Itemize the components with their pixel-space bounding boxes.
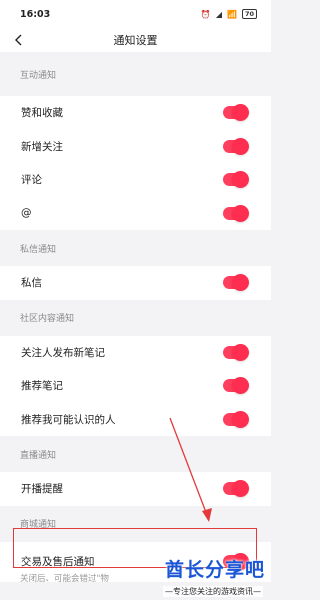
watermark-subtitle: —专注您关注的游戏资讯— bbox=[163, 586, 263, 597]
setting-row-direct-messages[interactable]: 私信 bbox=[0, 266, 271, 300]
setting-row-followed-new-notes[interactable]: 关注人发布新笔记 bbox=[0, 336, 271, 370]
setting-row-live-reminder[interactable]: 开播提醒 bbox=[0, 472, 271, 506]
setting-row-people-you-may-know[interactable]: 推荐我可能认识的人 bbox=[0, 403, 271, 437]
live-reminder-toggle[interactable] bbox=[223, 480, 249, 498]
section-header-live: 直播通知 bbox=[20, 450, 57, 461]
messages-group: 私信 bbox=[0, 266, 271, 300]
setting-row-likes[interactable]: 赞和收藏 bbox=[0, 96, 271, 130]
back-arrow-icon[interactable] bbox=[12, 33, 26, 47]
setting-label: 推荐我可能认识的人 bbox=[21, 413, 116, 426]
alarm-icon: ⏰ bbox=[200, 9, 211, 19]
setting-label: 赞和收藏 bbox=[21, 107, 63, 120]
nav-bar: 通知设置 bbox=[0, 28, 271, 52]
new-followers-toggle[interactable] bbox=[223, 137, 249, 155]
setting-row-comments[interactable]: 评论 bbox=[0, 163, 271, 197]
section-header-interaction: 互动通知 bbox=[20, 70, 57, 81]
setting-row-new-followers[interactable]: 新增关注 bbox=[0, 130, 271, 164]
setting-label: 私信 bbox=[21, 277, 42, 290]
status-bar: 16:03 ⏰ ◢ 📶 70 bbox=[0, 0, 271, 28]
section-header-messages: 私信通知 bbox=[20, 244, 57, 255]
setting-row-recommended-notes[interactable]: 推荐笔记 bbox=[0, 369, 271, 403]
setting-label: 新增关注 bbox=[21, 140, 63, 153]
likes-toggle[interactable] bbox=[223, 104, 249, 122]
recommended-notes-toggle[interactable] bbox=[223, 377, 249, 395]
direct-messages-toggle[interactable] bbox=[223, 274, 249, 292]
followed-new-notes-toggle[interactable] bbox=[223, 343, 249, 361]
signal-icon: ◢ bbox=[215, 9, 222, 19]
people-you-may-know-toggle[interactable] bbox=[223, 410, 249, 428]
status-icons: ⏰ ◢ 📶 70 bbox=[201, 9, 257, 19]
page-title: 通知设置 bbox=[113, 34, 158, 47]
live-group: 开播提醒 bbox=[0, 472, 271, 506]
battery-icon: 70 bbox=[241, 9, 257, 19]
community-group: 关注人发布新笔记 推荐笔记 推荐我可能认识的人 bbox=[0, 335, 271, 437]
setting-label: 关注人发布新笔记 bbox=[21, 346, 105, 359]
watermark-logo: 酋长分享吧 bbox=[164, 559, 265, 581]
setting-label: 推荐笔记 bbox=[21, 380, 63, 393]
wifi-icon: 📶 bbox=[226, 9, 237, 19]
interaction-group: 赞和收藏 新增关注 评论 @ bbox=[0, 96, 271, 230]
setting-label: 开播提醒 bbox=[21, 483, 63, 496]
footnote-text: 关闭后、可能会错过"物 bbox=[20, 574, 109, 584]
setting-label: @ bbox=[21, 207, 32, 220]
comments-toggle[interactable] bbox=[223, 171, 249, 189]
mentions-toggle[interactable] bbox=[223, 204, 249, 222]
setting-row-mentions[interactable]: @ bbox=[0, 197, 271, 231]
section-header-community: 社区内容通知 bbox=[20, 314, 75, 324]
status-time: 16:03 bbox=[20, 8, 51, 20]
setting-label: 评论 bbox=[21, 174, 42, 187]
